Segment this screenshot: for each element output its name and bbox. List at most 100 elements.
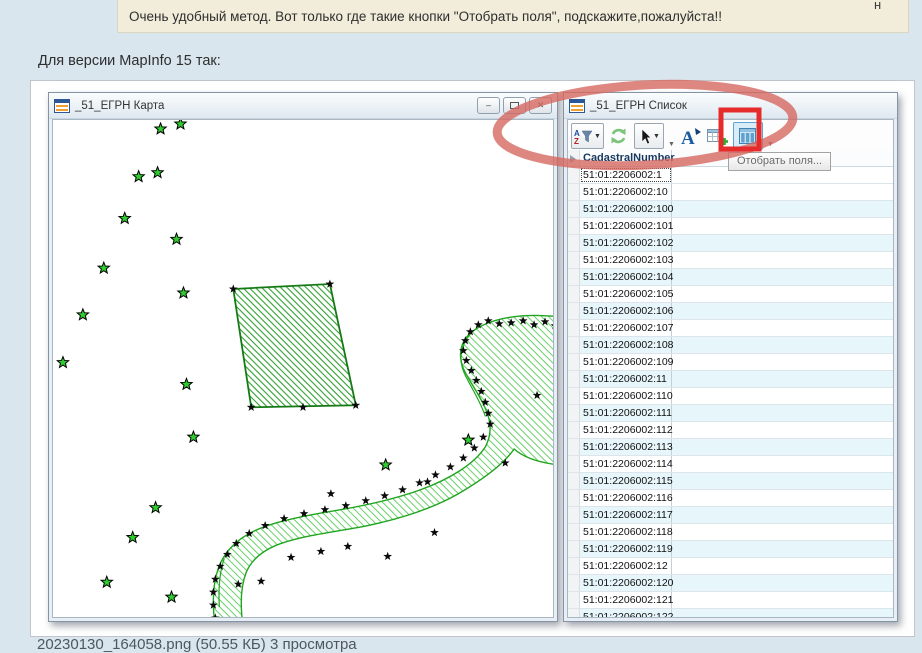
pick-fields-button[interactable] xyxy=(733,122,763,150)
vertex-star-marker[interactable] xyxy=(415,478,424,486)
table-row[interactable]: 51:01:2206002:107 xyxy=(568,320,893,337)
row-selector[interactable] xyxy=(568,303,580,319)
vertex-star-marker[interactable] xyxy=(380,491,389,499)
vertex-star-marker[interactable] xyxy=(431,470,440,478)
select-all-corner[interactable] xyxy=(568,150,580,166)
table-row[interactable]: 51:01:2206002:102 xyxy=(568,235,893,252)
add-to-table-button[interactable] xyxy=(706,124,730,148)
cadastral-number-cell[interactable]: 51:01:2206002:107 xyxy=(580,320,672,336)
row-selector[interactable] xyxy=(568,337,580,353)
point-star-marker[interactable] xyxy=(175,120,186,129)
point-star-marker[interactable] xyxy=(188,431,199,442)
cadastral-number-cell[interactable]: 51:01:2206002:113 xyxy=(580,439,672,455)
vertex-star-marker[interactable] xyxy=(343,542,352,550)
row-selector[interactable] xyxy=(568,422,580,438)
row-selector[interactable] xyxy=(568,218,580,234)
row-selector[interactable] xyxy=(568,439,580,455)
row-selector[interactable] xyxy=(568,592,580,608)
row-selector[interactable] xyxy=(568,388,580,404)
table-row[interactable]: 51:01:2206002:10 xyxy=(568,184,893,201)
table-row[interactable]: 51:01:2206002:112 xyxy=(568,422,893,439)
cadastral-number-cell[interactable]: 51:01:2206002:120 xyxy=(580,575,672,591)
cadastral-number-cell[interactable]: 51:01:2206002:116 xyxy=(580,490,672,506)
vertex-star-marker[interactable] xyxy=(361,496,370,504)
table-row[interactable]: 51:01:2206002:104 xyxy=(568,269,893,286)
cadastral-number-cell[interactable]: 51:01:2206002:102 xyxy=(580,235,672,251)
cadastral-number-cell[interactable]: 51:01:2206002:1 xyxy=(580,167,672,183)
row-selector[interactable] xyxy=(568,405,580,421)
cadastral-number-cell[interactable]: 51:01:2206002:114 xyxy=(580,456,672,472)
table-row[interactable]: 51:01:2206002:119 xyxy=(568,541,893,558)
vertex-star-marker[interactable] xyxy=(446,462,455,470)
table-row[interactable]: 51:01:2206002:122 xyxy=(568,609,893,617)
point-star-marker[interactable] xyxy=(166,591,177,602)
row-selector[interactable] xyxy=(568,354,580,370)
close-button[interactable]: ✕ xyxy=(529,97,552,114)
row-selector[interactable] xyxy=(568,269,580,285)
table-row[interactable]: 51:01:2206002:103 xyxy=(568,252,893,269)
row-selector[interactable] xyxy=(568,473,580,489)
table-row[interactable]: 51:01:2206002:116 xyxy=(568,490,893,507)
point-star-marker[interactable] xyxy=(155,123,166,134)
cadastral-number-cell[interactable]: 51:01:2206002:106 xyxy=(580,303,672,319)
vertex-star-marker[interactable] xyxy=(317,547,326,555)
column-header[interactable]: CadastralNumber xyxy=(580,150,672,166)
point-star-marker[interactable] xyxy=(152,167,163,178)
point-star-marker[interactable] xyxy=(171,233,182,244)
row-selector[interactable] xyxy=(568,320,580,336)
vertex-star-marker[interactable] xyxy=(287,553,296,561)
vertex-star-marker[interactable] xyxy=(423,477,432,485)
row-selector[interactable] xyxy=(568,558,580,574)
cadastral-number-cell[interactable]: 51:01:2206002:118 xyxy=(580,524,672,540)
cadastral-number-cell[interactable]: 51:01:2206002:115 xyxy=(580,473,672,489)
point-star-marker[interactable] xyxy=(119,212,130,223)
maximize-button[interactable] xyxy=(503,97,526,114)
row-selector[interactable] xyxy=(568,286,580,302)
row-selector[interactable] xyxy=(568,456,580,472)
cadastral-number-cell[interactable]: 51:01:2206002:111 xyxy=(580,405,672,421)
map-window-titlebar[interactable]: _51_ЕГРН Карта – ✕ xyxy=(49,93,557,119)
table-row[interactable]: 51:01:2206002:117 xyxy=(568,507,893,524)
cadastral-number-cell[interactable]: 51:01:2206002:101 xyxy=(580,218,672,234)
cadastral-number-cell[interactable]: 51:01:2206002:104 xyxy=(580,269,672,285)
table-row[interactable]: 51:01:2206002:109 xyxy=(568,354,893,371)
row-selector[interactable] xyxy=(568,609,580,617)
table-row[interactable]: 51:01:2206002:105 xyxy=(568,286,893,303)
point-star-marker[interactable] xyxy=(178,287,189,298)
table-row[interactable]: 51:01:2206002:110 xyxy=(568,388,893,405)
point-star-marker[interactable] xyxy=(127,532,138,543)
cadastral-number-cell[interactable]: 51:01:2206002:110 xyxy=(580,388,672,404)
list-window-titlebar[interactable]: _51_ЕГРН Список xyxy=(564,93,897,119)
row-selector[interactable] xyxy=(568,184,580,200)
row-selector[interactable] xyxy=(568,252,580,268)
vertex-star-marker[interactable] xyxy=(459,453,468,461)
table-row[interactable]: 51:01:2206002:100 xyxy=(568,201,893,218)
row-selector[interactable] xyxy=(568,201,580,217)
row-selector[interactable] xyxy=(568,167,580,183)
select-tool-button[interactable]: ▼ xyxy=(634,123,664,149)
table-row[interactable]: 51:01:2206002:106 xyxy=(568,303,893,320)
row-selector[interactable] xyxy=(568,524,580,540)
point-star-marker[interactable] xyxy=(380,459,391,470)
row-selector[interactable] xyxy=(568,575,580,591)
point-star-marker[interactable] xyxy=(181,378,192,389)
toolbar-overflow-icon[interactable]: ▼ xyxy=(767,141,774,148)
toolbar-overflow-icon[interactable]: ▼ xyxy=(668,141,675,148)
table-row[interactable]: 51:01:2206002:108 xyxy=(568,337,893,354)
cadastral-number-cell[interactable]: 51:01:2206002:11 xyxy=(580,371,672,387)
cadastral-number-cell[interactable]: 51:01:2206002:121 xyxy=(580,592,672,608)
table-row[interactable]: 51:01:2206002:121 xyxy=(568,592,893,609)
table-row[interactable]: 51:01:2206002:12 xyxy=(568,558,893,575)
point-star-marker[interactable] xyxy=(101,576,112,587)
land-parcel-polygon[interactable] xyxy=(233,284,356,407)
table-row[interactable]: 51:01:2206002:11 xyxy=(568,371,893,388)
sort-filter-button[interactable]: A Z ▼ xyxy=(571,123,604,149)
cadastral-number-cell[interactable]: 51:01:2206002:12 xyxy=(580,558,672,574)
vertex-star-marker[interactable] xyxy=(479,433,488,441)
point-star-marker[interactable] xyxy=(77,309,88,320)
vertex-star-marker[interactable] xyxy=(430,528,439,536)
point-star-marker[interactable] xyxy=(57,357,68,368)
cadastral-number-cell[interactable]: 51:01:2206002:100 xyxy=(580,201,672,217)
cadastral-number-cell[interactable]: 51:01:2206002:112 xyxy=(580,422,672,438)
point-star-marker[interactable] xyxy=(133,171,144,182)
